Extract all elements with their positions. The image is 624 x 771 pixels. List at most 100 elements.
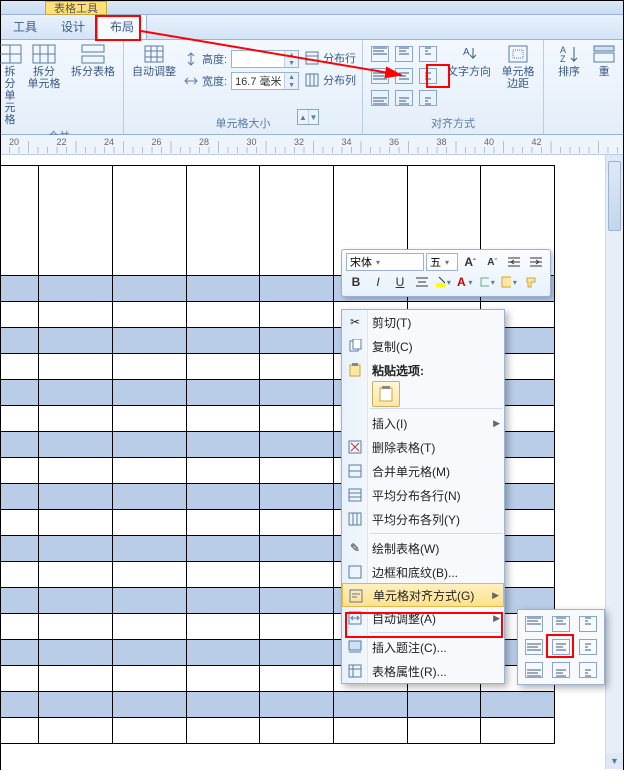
table-cell[interactable] xyxy=(481,718,555,744)
spin-up[interactable]: ▲ xyxy=(285,51,298,59)
table-cell[interactable] xyxy=(112,588,186,614)
table-cell[interactable] xyxy=(39,640,113,666)
table-cell[interactable] xyxy=(112,536,186,562)
table-cell[interactable] xyxy=(260,510,334,536)
table-cell[interactable] xyxy=(260,640,334,666)
table-cell[interactable] xyxy=(407,718,481,744)
sub-align-bottom-right[interactable] xyxy=(575,659,601,681)
table-cell[interactable] xyxy=(186,166,260,276)
table-cell[interactable] xyxy=(260,562,334,588)
sub-align-bottom-left[interactable] xyxy=(521,659,547,681)
cell-margins-button[interactable]: 单元格 边距 xyxy=(499,44,537,90)
table-cell[interactable] xyxy=(1,536,39,562)
table-cell[interactable] xyxy=(1,562,39,588)
table-cell[interactable] xyxy=(112,380,186,406)
split-cells-button[interactable]: 拆分 单元格 xyxy=(25,44,63,90)
align-middle-center[interactable] xyxy=(393,66,415,86)
table-cell[interactable] xyxy=(112,718,186,744)
table-cell[interactable] xyxy=(186,692,260,718)
table-cell[interactable] xyxy=(39,614,113,640)
table-cell[interactable] xyxy=(112,614,186,640)
font-color-button[interactable]: A xyxy=(456,273,476,291)
align-bottom-right[interactable] xyxy=(417,88,439,108)
vertical-scrollbar[interactable]: ▲ ▼ xyxy=(605,155,623,769)
table-cell[interactable] xyxy=(186,666,260,692)
split-table-button[interactable]: 拆分表格 xyxy=(69,44,117,78)
distribute-rows-button[interactable]: 分布行 xyxy=(305,50,356,66)
table-cell[interactable] xyxy=(112,354,186,380)
ctx-cell-alignment[interactable]: 单元格对齐方式(G)▶ xyxy=(342,583,504,607)
table-cell[interactable] xyxy=(39,536,113,562)
height-input[interactable]: ▲▼ xyxy=(231,50,299,68)
repeat-header-button-cut[interactable]: 重 xyxy=(594,44,614,78)
table-cell[interactable] xyxy=(1,432,39,458)
table-cell[interactable] xyxy=(260,692,334,718)
table-cell[interactable] xyxy=(260,354,334,380)
table-cell[interactable] xyxy=(1,588,39,614)
table-cell[interactable] xyxy=(39,484,113,510)
highlight-button[interactable] xyxy=(434,273,454,291)
table-cell[interactable] xyxy=(112,276,186,302)
table-cell[interactable] xyxy=(186,458,260,484)
align-bottom-left[interactable] xyxy=(369,88,391,108)
table-cell[interactable] xyxy=(186,640,260,666)
table-cell[interactable] xyxy=(260,432,334,458)
table-cell[interactable] xyxy=(481,692,555,718)
table-cell[interactable] xyxy=(407,692,481,718)
spin-down[interactable]: ▼ xyxy=(285,59,298,67)
ctx-autofit[interactable]: 自动调整(A)▶ xyxy=(342,606,504,630)
table-cell[interactable] xyxy=(112,484,186,510)
table-cell[interactable] xyxy=(186,484,260,510)
table-cell[interactable] xyxy=(112,666,186,692)
table-cell[interactable] xyxy=(186,562,260,588)
ctx-table-properties[interactable]: 表格属性(R)... xyxy=(342,659,504,683)
table-cell[interactable] xyxy=(1,276,39,302)
table-cell[interactable] xyxy=(260,666,334,692)
font-name-combo[interactable]: 宋体 xyxy=(346,253,424,271)
shrink-font-button[interactable]: Aˇ xyxy=(482,253,502,271)
italic-button[interactable]: I xyxy=(368,273,388,291)
table-cell[interactable] xyxy=(186,354,260,380)
table-cell[interactable] xyxy=(39,432,113,458)
indent-right-button[interactable] xyxy=(526,253,546,271)
borders-button[interactable] xyxy=(500,273,520,291)
ctx-copy[interactable]: 复制(C) xyxy=(342,334,504,358)
table-cell[interactable] xyxy=(112,328,186,354)
indent-left-button[interactable] xyxy=(504,253,524,271)
table-cell[interactable] xyxy=(39,166,113,276)
tab-tools[interactable]: 工具 xyxy=(1,14,49,39)
table-cell[interactable] xyxy=(39,328,113,354)
table-cell[interactable] xyxy=(1,484,39,510)
table-cell[interactable] xyxy=(333,718,407,744)
table-cell[interactable] xyxy=(39,380,113,406)
table-cell[interactable] xyxy=(112,432,186,458)
table-cell[interactable] xyxy=(186,380,260,406)
scroll-thumb[interactable] xyxy=(608,161,621,231)
align-center-button[interactable] xyxy=(412,273,432,291)
tab-design[interactable]: 设计 xyxy=(49,14,97,39)
tab-layout[interactable]: 布局 xyxy=(97,13,147,39)
table-cell[interactable] xyxy=(1,166,39,276)
spin-down[interactable]: ▼ xyxy=(285,81,298,89)
table-cell[interactable] xyxy=(186,406,260,432)
align-top-left[interactable] xyxy=(369,44,391,64)
table-cell[interactable] xyxy=(112,166,186,276)
table-cell[interactable] xyxy=(112,302,186,328)
table-cell[interactable] xyxy=(260,588,334,614)
table-cell[interactable] xyxy=(260,328,334,354)
table-cell[interactable] xyxy=(1,718,39,744)
format-painter-button[interactable] xyxy=(522,273,542,291)
table-cell[interactable] xyxy=(1,510,39,536)
table-row[interactable] xyxy=(1,718,555,744)
spin-up[interactable]: ▲ xyxy=(285,73,298,81)
ctx-delete-table[interactable]: 删除表格(T) xyxy=(342,435,504,459)
width-stepper-aux[interactable]: ▲▼ xyxy=(297,109,319,125)
table-cell[interactable] xyxy=(1,380,39,406)
ctx-draw-table[interactable]: ✎绘制表格(W) xyxy=(342,536,504,560)
width-input[interactable]: 16.7 毫米 ▲▼ xyxy=(231,72,299,90)
table-cell[interactable] xyxy=(39,666,113,692)
table-cell[interactable] xyxy=(186,276,260,302)
sub-align-top-left[interactable] xyxy=(521,613,547,635)
sub-align-middle-center[interactable] xyxy=(548,636,574,658)
table-cell[interactable] xyxy=(39,354,113,380)
